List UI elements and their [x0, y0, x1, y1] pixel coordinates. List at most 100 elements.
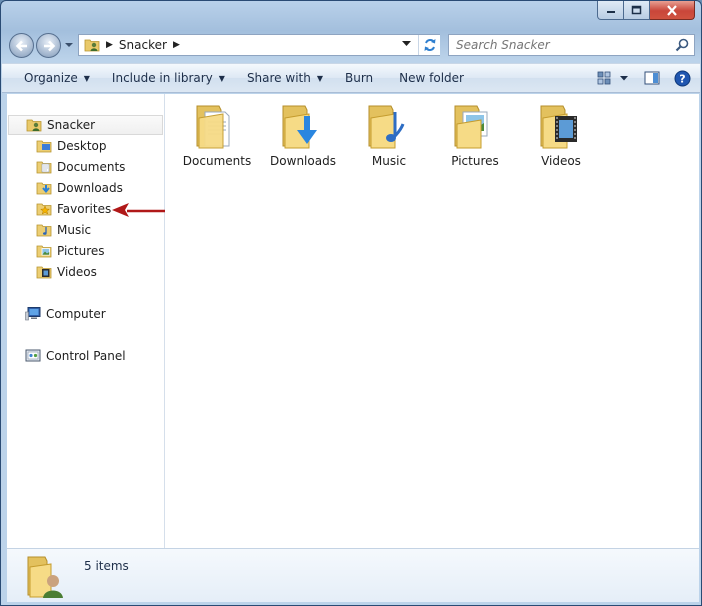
chevron-down-icon: ▼: [316, 73, 323, 83]
burn-label: Burn: [345, 71, 374, 85]
help-button[interactable]: ?: [670, 67, 694, 89]
forward-button[interactable]: [36, 33, 61, 58]
music-folder-icon: [368, 105, 405, 149]
breadcrumb-item[interactable]: Snacker: [119, 38, 167, 52]
organize-button[interactable]: Organize ▼: [16, 67, 98, 89]
tree-item-label: Desktop: [57, 139, 107, 153]
breadcrumb-chevron-icon[interactable]: ▶: [106, 40, 113, 50]
tree-item-videos[interactable]: Videos: [36, 262, 97, 282]
include-in-library-button[interactable]: Include in library ▼: [104, 67, 233, 89]
pictures-folder-icon: [454, 105, 488, 149]
tree-item-label: Snacker: [47, 118, 96, 132]
minimize-button[interactable]: [597, 1, 624, 20]
user-folder-icon: [27, 556, 63, 598]
folder-item-videos[interactable]: Videos: [518, 102, 604, 172]
close-button[interactable]: [650, 1, 695, 20]
search-icon[interactable]: [675, 38, 689, 52]
svg-text:?: ?: [679, 72, 685, 85]
tree-item-documents[interactable]: Documents: [36, 157, 125, 177]
favorites-folder-icon: [36, 203, 52, 216]
refresh-icon: [424, 39, 435, 51]
tree-item-snacker[interactable]: Snacker: [8, 115, 163, 135]
address-bar[interactable]: ▶ Snacker ▶: [78, 34, 440, 56]
tree-item-label: Computer: [46, 307, 106, 321]
navigation-bar: ▶ Snacker ▶: [7, 31, 695, 59]
user-folder-icon: [84, 39, 100, 52]
recent-pages-button[interactable]: [64, 40, 74, 50]
view-options-button[interactable]: [616, 67, 632, 89]
videos-folder-icon: [540, 105, 577, 149]
preview-pane-button[interactable]: [640, 67, 664, 89]
new-folder-button[interactable]: New folder: [391, 67, 472, 89]
tree-item-label: Music: [57, 223, 92, 237]
pictures-folder-icon: [36, 245, 52, 258]
folder-label: Downloads: [270, 154, 336, 168]
documents-folder-icon: [196, 105, 230, 149]
navigation-pane: Snacker Desktop Documents Downloads Favo…: [7, 94, 165, 548]
details-pane: 5 items: [7, 548, 699, 602]
downloads-folder-icon: [282, 105, 317, 149]
close-icon: [667, 4, 677, 16]
toolbar-right: ?: [592, 67, 694, 89]
desktop-folder-icon: [36, 140, 52, 153]
chevron-down-icon: ▼: [83, 73, 90, 83]
organize-label: Organize: [24, 71, 78, 85]
folder-item-pictures[interactable]: Pictures: [432, 102, 518, 172]
music-folder-icon: [36, 224, 52, 237]
back-button[interactable]: [9, 33, 34, 58]
folder-item-downloads[interactable]: Downloads: [260, 102, 346, 172]
file-list[interactable]: Documents Downloads Music Pictures Video…: [165, 94, 699, 548]
minimize-icon: [606, 11, 615, 13]
address-dropdown-icon[interactable]: [402, 41, 411, 49]
back-arrow-icon: [15, 40, 27, 51]
include-in-library-label: Include in library: [111, 71, 213, 85]
tree-item-computer[interactable]: Computer: [25, 304, 106, 324]
preview-pane-icon: [644, 71, 660, 85]
maximize-icon: [631, 5, 642, 15]
tree-item-label: Favorites: [57, 202, 112, 216]
share-with-button[interactable]: Share with ▼: [239, 67, 331, 89]
breadcrumb-chevron-icon[interactable]: ▶: [173, 40, 180, 50]
command-bar: Organize ▼ Include in library ▼ Share with…: [2, 63, 700, 93]
folder-label: Music: [371, 154, 407, 168]
share-with-label: Share with: [246, 71, 311, 85]
downloads-folder-icon: [36, 182, 52, 195]
folder-label: Videos: [541, 154, 581, 168]
tree-item-label: Control Panel: [46, 349, 126, 363]
new-folder-label: New folder: [399, 71, 464, 85]
change-view-button[interactable]: [592, 67, 616, 89]
tree-item-favorites[interactable]: Favorites: [36, 199, 111, 219]
tree-item-pictures[interactable]: Pictures: [36, 241, 105, 261]
tree-item-label: Videos: [57, 265, 97, 279]
maximize-button[interactable]: [624, 1, 650, 20]
chevron-down-icon: [65, 42, 73, 47]
tree-item-label: Downloads: [57, 181, 123, 195]
refresh-button[interactable]: [418, 35, 440, 55]
chevron-down-icon: [620, 75, 628, 80]
tree-item-downloads[interactable]: Downloads: [36, 178, 123, 198]
burn-button[interactable]: Burn: [337, 67, 381, 89]
folder-label: Pictures: [451, 154, 499, 168]
user-folder-icon: [26, 119, 42, 132]
videos-folder-icon: [36, 266, 52, 279]
chevron-down-icon: ▼: [218, 73, 225, 83]
tree-item-control-panel[interactable]: Control Panel: [25, 346, 126, 366]
control-panel-icon: [25, 349, 41, 362]
item-count: 5 items: [84, 559, 129, 573]
folder-item-music[interactable]: Music: [346, 102, 432, 172]
folder-item-documents[interactable]: Documents: [174, 102, 260, 172]
tree-item-desktop[interactable]: Desktop: [36, 136, 107, 156]
computer-icon: [25, 307, 41, 321]
help-icon: ?: [674, 70, 690, 86]
folder-label: Documents: [182, 154, 252, 168]
search-box[interactable]: [448, 34, 695, 56]
view-icon: [597, 71, 611, 85]
documents-folder-icon: [36, 161, 52, 174]
search-input[interactable]: [454, 37, 669, 53]
tree-item-label: Pictures: [57, 244, 105, 258]
tree-item-label: Documents: [57, 160, 126, 174]
caption-buttons: [597, 1, 695, 20]
tree-item-music[interactable]: Music: [36, 220, 91, 240]
explorer-window: ▶ Snacker ▶ Organize▼ Include in libra: [0, 0, 702, 606]
forward-arrow-icon: [43, 40, 55, 51]
